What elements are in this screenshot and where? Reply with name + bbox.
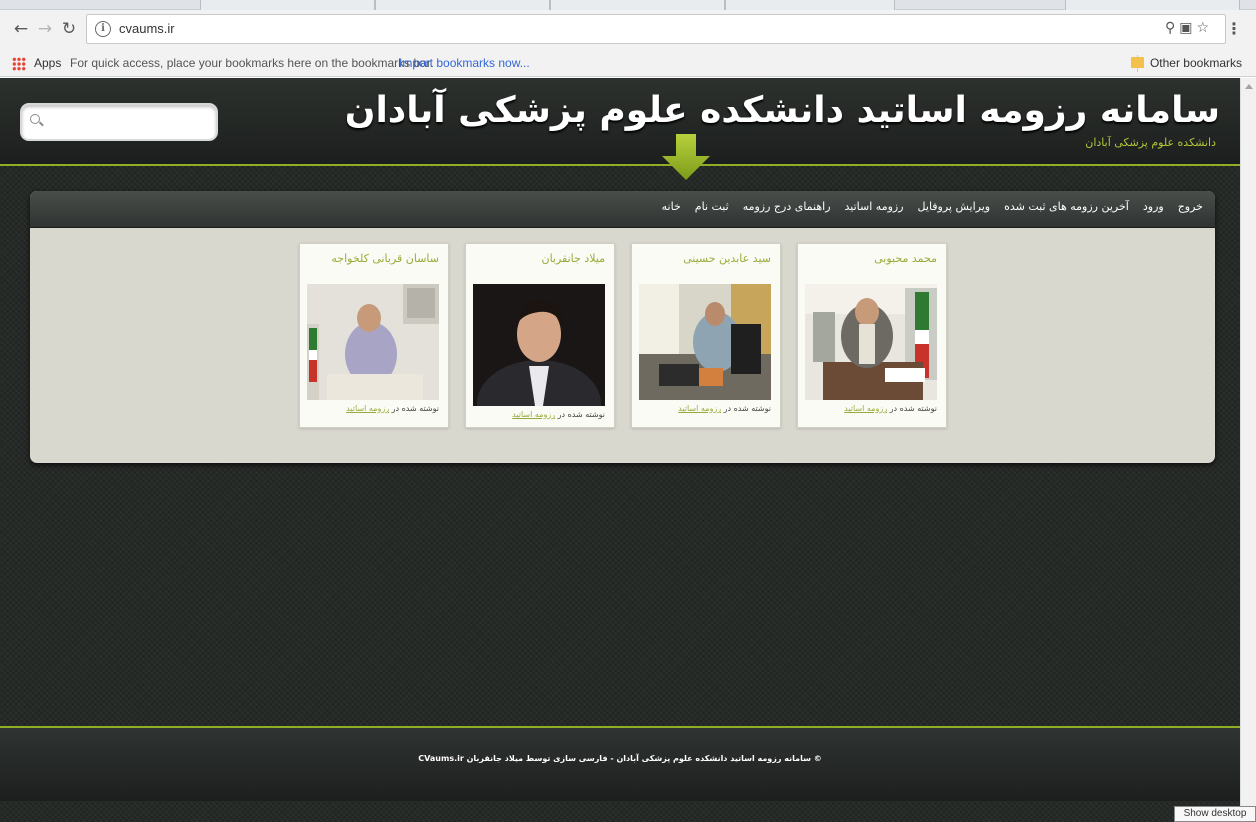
footer-text: © سامانه رزومه اساتید دانشکده علوم پزشکی…: [418, 754, 822, 763]
site-footer: © سامانه رزومه اساتید دانشکده علوم پزشکی…: [0, 726, 1240, 801]
faculty-name[interactable]: سید عابدین حسینی: [641, 252, 771, 270]
category-link[interactable]: رزومه اساتید: [346, 404, 389, 413]
apps-grid-icon[interactable]: [12, 57, 26, 71]
browser-tab[interactable]: [200, 0, 375, 10]
faculty-name[interactable]: محمد محبوبی: [807, 252, 937, 270]
other-bookmarks-label: Other bookmarks: [1149, 56, 1242, 70]
info-icon[interactable]: i: [95, 21, 111, 37]
menu-kebab-icon[interactable]: ⋮: [1226, 19, 1242, 38]
vertical-scrollbar[interactable]: [1240, 78, 1256, 822]
forward-icon[interactable]: →: [34, 18, 56, 40]
category-link[interactable]: رزومه اساتید: [512, 410, 555, 419]
meta-prefix: نوشته شده در: [557, 410, 605, 419]
card-meta: نوشته شده در رزومه اساتید: [309, 404, 439, 413]
site-search-input[interactable]: [46, 111, 211, 133]
faculty-card[interactable]: سید عابدین حسینی نوشته شده در رزومه اسات…: [631, 243, 781, 428]
faculty-cards: محمد محبوبی نوشته شده در رزومه اساتید سی…: [299, 243, 947, 428]
faculty-card[interactable]: محمد محبوبی نوشته شده در رزومه اساتید: [797, 243, 947, 428]
omnibox-actions: ⚲▣☆: [1165, 20, 1213, 36]
meta-prefix: نوشته شده در: [889, 404, 937, 413]
faculty-card[interactable]: میلاد جانقربان نوشته شده در رزومه اساتید: [465, 243, 615, 428]
bookmarks-hint: For quick access, place your bookmarks h…: [70, 56, 434, 70]
tab-strip: [0, 0, 1256, 10]
site-subtitle: دانشکده علوم پزشکی آبادان: [1085, 136, 1216, 149]
site-header: سامانه رزومه اساتید دانشکده علوم پزشکی آ…: [0, 78, 1240, 166]
browser-toolbar: ← → ↻ i cvaums.ir ⚲▣☆ ⋮: [0, 10, 1256, 50]
down-arrow-icon: [662, 134, 710, 180]
faculty-photo[interactable]: [639, 284, 771, 400]
translate-icon[interactable]: ▣: [1179, 20, 1196, 36]
faculty-name[interactable]: میلاد جانقربان: [475, 252, 605, 270]
browser-tab[interactable]: [725, 0, 895, 10]
faculty-photo[interactable]: [307, 284, 439, 400]
folder-icon: [1130, 57, 1144, 68]
menu-item-logout[interactable]: خروج: [1178, 200, 1203, 213]
main-menu-bar: خانه ثبت نام راهنمای درج رزومه رزومه اسا…: [30, 191, 1215, 228]
faculty-photo[interactable]: [805, 284, 937, 400]
menu-item-register[interactable]: ثبت نام: [695, 200, 729, 213]
main-menu: خانه ثبت نام راهنمای درج رزومه رزومه اسا…: [662, 200, 1203, 213]
browser-tab[interactable]: [1065, 0, 1240, 10]
other-bookmarks-button[interactable]: Other bookmarks: [1130, 56, 1242, 70]
card-meta: نوشته شده در رزومه اساتید: [807, 404, 937, 413]
card-meta: نوشته شده در رزومه اساتید: [475, 410, 605, 419]
browser-tab[interactable]: [550, 0, 725, 10]
category-link[interactable]: رزومه اساتید: [678, 404, 721, 413]
category-link[interactable]: رزومه اساتید: [844, 404, 887, 413]
search-icon: [30, 114, 40, 124]
menu-item-resume-guide[interactable]: راهنمای درج رزومه: [743, 200, 831, 213]
menu-item-faculty-resumes[interactable]: رزومه اساتید: [845, 200, 904, 213]
faculty-photo[interactable]: [473, 284, 605, 406]
address-bar[interactable]: i cvaums.ir ⚲▣☆: [86, 14, 1226, 44]
menu-item-edit-profile[interactable]: ویرایش پروفایل: [918, 200, 991, 213]
site-title[interactable]: سامانه رزومه اساتید دانشکده علوم پزشکی آ…: [345, 90, 1220, 131]
menu-item-login[interactable]: ورود: [1143, 200, 1164, 213]
bookmarks-bar: Apps For quick access, place your bookma…: [0, 50, 1256, 77]
back-icon[interactable]: ←: [10, 18, 32, 40]
import-bookmarks-link[interactable]: Import bookmarks now...: [399, 56, 530, 70]
scroll-up-icon[interactable]: [1245, 84, 1253, 89]
site-search-box[interactable]: [20, 103, 218, 141]
meta-prefix: نوشته شده در: [391, 404, 439, 413]
card-meta: نوشته شده در رزومه اساتید: [641, 404, 771, 413]
show-desktop-tooltip: Show desktop: [1174, 806, 1256, 822]
meta-prefix: نوشته شده در: [723, 404, 771, 413]
faculty-card[interactable]: ساسان قربانی کلخواجه نوشته شده در رزومه …: [299, 243, 449, 428]
page-viewport: سامانه رزومه اساتید دانشکده علوم پزشکی آ…: [0, 78, 1240, 822]
star-icon[interactable]: ☆: [1196, 20, 1213, 36]
menu-item-latest-resumes[interactable]: آخرین رزومه های ثبت شده: [1004, 200, 1129, 213]
content-box: خانه ثبت نام راهنمای درج رزومه رزومه اسا…: [30, 191, 1215, 463]
reload-icon[interactable]: ↻: [58, 18, 80, 40]
zoom-icon[interactable]: ⚲: [1165, 20, 1179, 36]
browser-tab[interactable]: [375, 0, 550, 10]
menu-item-home[interactable]: خانه: [662, 200, 681, 213]
address-url[interactable]: cvaums.ir: [119, 21, 175, 36]
faculty-name[interactable]: ساسان قربانی کلخواجه: [309, 252, 439, 270]
apps-link[interactable]: Apps: [34, 56, 61, 70]
